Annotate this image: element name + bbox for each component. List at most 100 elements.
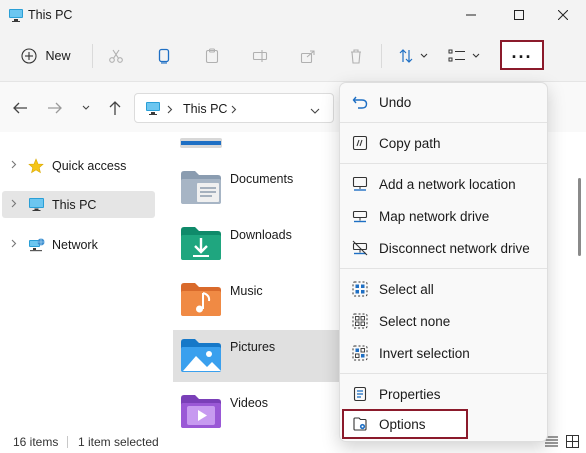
downloads-folder-icon [179, 224, 223, 262]
menu-item-label: Options [379, 416, 426, 432]
menu-item-options[interactable]: Options [342, 409, 468, 439]
forward-button[interactable] [46, 99, 64, 117]
menu-item-label: Select none [379, 313, 451, 329]
vertical-scrollbar[interactable] [576, 140, 582, 423]
sort-button[interactable] [393, 41, 433, 71]
menu-item-disconnect-network-drive[interactable]: Disconnect network drive [344, 233, 544, 263]
menu-divider [340, 122, 547, 123]
sidebar-item-this-pc[interactable]: This PC [2, 191, 155, 218]
star-icon [28, 157, 46, 174]
window-title: This PC [28, 8, 73, 22]
menu-divider [340, 268, 547, 269]
share-icon [300, 50, 315, 64]
map-network-drive-icon [350, 207, 370, 225]
expand-chevron-icon[interactable] [4, 239, 24, 251]
rename-button[interactable] [247, 41, 273, 71]
back-button[interactable] [11, 99, 29, 117]
address-bar[interactable]: This PC [134, 93, 334, 123]
copy-button[interactable] [151, 41, 177, 71]
menu-item-label: Invert selection [379, 345, 470, 361]
title-bar: This PC [0, 0, 586, 30]
menu-item-undo[interactable]: Undo [344, 87, 544, 117]
menu-item-label: Disconnect network drive [379, 240, 530, 256]
view-button[interactable] [444, 41, 484, 71]
status-divider [67, 436, 68, 448]
maximize-button[interactable] [496, 0, 542, 30]
folder-name: Downloads [230, 228, 292, 242]
monitor-icon [28, 197, 46, 213]
cut-button[interactable] [103, 41, 129, 71]
plus-circle-icon [21, 48, 38, 64]
arrow-right-icon [48, 102, 62, 114]
this-pc-app-icon [8, 7, 24, 23]
breadcrumb-chevron-icon [167, 103, 173, 117]
selection-count: 1 item selected [78, 435, 159, 449]
chevron-down-icon [310, 108, 320, 114]
menu-item-invert-selection[interactable]: Invert selection [344, 338, 544, 368]
share-button[interactable] [295, 41, 321, 71]
paste-button[interactable] [199, 41, 225, 71]
folder-name: Documents [230, 172, 294, 186]
navigation-pane: Quick access This PC Network [0, 132, 158, 429]
select-all-icon [350, 280, 370, 298]
list-item-downloads[interactable]: Downloads [173, 218, 343, 270]
menu-item-map-network-drive[interactable]: Map network drive [344, 201, 544, 231]
add-network-location-icon [350, 175, 370, 193]
tiles-view-button[interactable] [566, 435, 579, 451]
menu-divider [340, 373, 547, 374]
minimize-icon [466, 14, 476, 16]
arrow-left-icon [13, 102, 27, 114]
menu-item-label: Map network drive [379, 208, 490, 224]
list-item-pictures[interactable]: Pictures [173, 330, 343, 382]
monitor-icon [145, 101, 161, 119]
address-history-dropdown[interactable] [310, 104, 320, 118]
chevron-down-icon [82, 105, 90, 110]
menu-item-label: Copy path [379, 135, 441, 151]
videos-folder-icon [179, 392, 223, 429]
new-button[interactable]: New [12, 41, 80, 71]
close-button[interactable] [540, 0, 586, 30]
menu-item-copy-path[interactable]: Copy path [344, 128, 544, 158]
delete-button[interactable] [343, 41, 369, 71]
drive-icon[interactable] [179, 132, 223, 150]
trash-icon [351, 49, 361, 64]
more-options-icon: ... [511, 42, 533, 62]
options-icon [350, 415, 370, 433]
folder-name: Music [230, 284, 263, 298]
arrow-up-icon [109, 101, 121, 115]
menu-divider [340, 163, 547, 164]
copy-path-icon [350, 134, 370, 152]
recent-locations-button[interactable] [77, 99, 95, 117]
rename-icon [252, 50, 268, 62]
expand-chevron-icon[interactable] [4, 199, 24, 211]
expand-chevron-icon[interactable] [4, 160, 24, 172]
menu-item-label: Add a network location [379, 176, 516, 192]
sidebar-item-network[interactable]: Network [2, 231, 155, 258]
see-more-button[interactable]: ... [500, 40, 544, 70]
scrollbar-thumb[interactable] [578, 178, 581, 256]
item-count: 16 items [13, 435, 59, 449]
list-item-documents[interactable]: Documents [173, 162, 343, 214]
up-button[interactable] [106, 99, 124, 117]
paste-icon [205, 48, 219, 64]
documents-folder-icon [179, 168, 223, 206]
sidebar-item-quick-access[interactable]: Quick access [2, 152, 155, 179]
sidebar-item-label: This PC [52, 197, 97, 212]
breadcrumb-this-pc[interactable]: This PC [183, 102, 227, 116]
properties-icon [350, 385, 370, 403]
menu-item-properties[interactable]: Properties [344, 379, 544, 409]
menu-item-select-all[interactable]: Select all [344, 274, 544, 304]
chevron-down-icon [420, 53, 428, 58]
list-item-videos[interactable]: Videos [173, 386, 343, 429]
disconnect-network-drive-icon [350, 239, 370, 257]
copy-icon [158, 48, 170, 64]
minimize-button[interactable] [448, 0, 494, 30]
network-icon [28, 237, 46, 253]
menu-item-add-network-location[interactable]: Add a network location [344, 169, 544, 199]
view-list-icon [448, 49, 465, 62]
list-item-music[interactable]: Music [173, 274, 343, 326]
breadcrumb-chevron-icon[interactable] [231, 103, 237, 117]
folder-name: Pictures [230, 340, 276, 354]
new-button-label: New [45, 49, 71, 63]
menu-item-select-none[interactable]: Select none [344, 306, 544, 336]
